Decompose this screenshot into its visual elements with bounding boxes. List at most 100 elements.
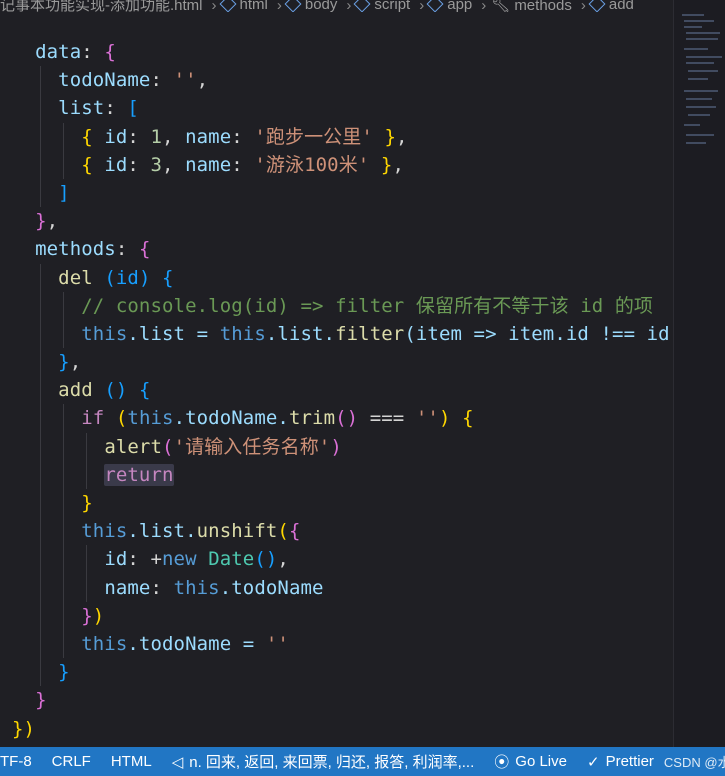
chevron-right-icon: › <box>419 0 425 12</box>
token-operator: + <box>138 548 163 571</box>
breadcrumb-html-label: html <box>239 0 268 12</box>
token-paren: ) <box>330 435 342 458</box>
chevron-right-icon: › <box>580 0 586 12</box>
token-paren: () <box>104 379 128 402</box>
chevron-right-icon: › <box>211 0 217 12</box>
breadcrumb-add[interactable]: add <box>588 0 634 12</box>
token-key: name <box>185 153 232 176</box>
token-punct: , <box>277 548 289 571</box>
code-line: }, <box>12 348 672 377</box>
chevron-right-icon: › <box>276 0 282 12</box>
encoding-indicator[interactable]: TF-8 <box>0 753 42 770</box>
code-line: } <box>12 489 672 518</box>
code-line: return <box>12 460 672 489</box>
breadcrumb-script-label: script <box>374 0 411 12</box>
code-line: ] <box>12 178 672 208</box>
token-param: (id) <box>104 266 151 289</box>
token-this: this <box>81 632 128 655</box>
token-number: 1 <box>150 125 163 148</box>
token-key: id <box>104 548 128 571</box>
token-function: add <box>58 379 93 402</box>
cube-icon <box>426 0 444 12</box>
token-bracket: ] <box>58 181 70 204</box>
prettier-label: Prettier <box>605 753 654 770</box>
language-mode[interactable]: HTML <box>101 753 162 770</box>
token-member: .todoName <box>219 576 324 599</box>
token-member: .list. <box>127 520 197 543</box>
minimap[interactable] <box>673 0 725 747</box>
token-string: '' <box>173 69 197 92</box>
code-line: todoName: '', <box>12 66 672 95</box>
code-line: name: this.todoName <box>12 573 672 602</box>
token-punct: : <box>104 97 116 120</box>
token-key: name <box>185 125 232 148</box>
token-brace: { <box>81 153 93 176</box>
breadcrumb: 记事本功能实现-添加功能.html › html › body › script › app › 🔧… <box>0 0 725 12</box>
token-brace: } <box>35 210 47 233</box>
token-this: this <box>127 407 174 430</box>
code-line: data: { <box>12 38 672 66</box>
breadcrumb-file[interactable]: 记事本功能实现-添加功能.html <box>0 0 203 12</box>
breadcrumb-add-label: add <box>608 0 634 12</box>
breadcrumb-methods-label: methods <box>514 0 572 12</box>
check-double-icon: ✓ <box>586 753 600 771</box>
token-keyword: if <box>81 407 105 430</box>
token-brace: } <box>12 717 24 740</box>
code-line: }, <box>12 207 672 235</box>
translation-item[interactable]: ◁ n. 回来, 返回, 来回票, 归还, 报答, 利润率,... <box>162 751 485 772</box>
code-line: { id: 1, name: '跑步一公里' }, <box>12 122 672 151</box>
code-line: } <box>12 658 672 687</box>
token-member: .list = <box>127 322 220 345</box>
code-editor[interactable]: data: { todoName: '', list: [ { id: 1, n… <box>0 12 672 747</box>
token-punct: : <box>115 238 128 261</box>
token-member: .todoName = <box>127 632 266 655</box>
breadcrumb-app[interactable]: app <box>426 0 472 12</box>
token-function: del <box>58 266 93 289</box>
token-bracket: [ <box>127 97 139 120</box>
token-brace: { <box>162 266 174 289</box>
prettier-button[interactable]: ✓ Prettier <box>577 753 664 771</box>
eol-indicator[interactable]: CRLF <box>42 753 101 770</box>
token-operator: === <box>358 407 416 430</box>
code-line: this.list = this.list.filter(item => ite… <box>12 319 672 349</box>
code-line: id: +new Date(), <box>12 545 672 574</box>
token-brace: { <box>138 238 151 261</box>
token-function: trim <box>288 407 336 430</box>
breadcrumb-file-label: 记事本功能实现-添加功能.html <box>0 0 203 12</box>
breadcrumb-body[interactable]: body <box>284 0 337 12</box>
token-comment: // console.log(id) => filter 保留所有不等于该 id… <box>81 294 654 317</box>
code-line: del (id) { <box>12 263 672 292</box>
token-punct: , <box>69 351 82 374</box>
code-line: alert('请输入任务名称') <box>12 432 672 461</box>
token-brace: } <box>81 604 93 627</box>
wrench-icon: 🔧︎ <box>491 0 511 12</box>
token-brace: } <box>81 492 93 514</box>
go-live-button[interactable]: ⦿ Go Live <box>484 751 577 772</box>
token-function: alert <box>104 435 163 458</box>
cube-icon <box>219 0 237 12</box>
token-brace: { <box>462 407 474 430</box>
breadcrumb-methods[interactable]: 🔧︎ methods <box>491 0 572 12</box>
token-key: list <box>58 97 105 120</box>
code-line: }) <box>12 715 672 743</box>
token-keyword: new <box>162 548 197 571</box>
token-punct: : <box>127 548 139 571</box>
token-punct: : <box>150 69 163 92</box>
token-this: this <box>173 576 220 599</box>
token-punct: : <box>150 576 163 599</box>
status-bar: TF-8 CRLF HTML ◁ n. 回来, 返回, 来回票, 归还, 报答, … <box>0 747 725 776</box>
token-number: 3 <box>150 153 163 176</box>
token-this: this <box>81 322 128 345</box>
token-brace: } <box>380 153 393 176</box>
token-punct: : <box>81 41 93 63</box>
code-line: { id: 3, name: '游泳100米' }, <box>12 150 672 179</box>
token-brace: { <box>104 41 116 63</box>
token-paren: ( <box>115 407 128 430</box>
breadcrumb-html[interactable]: html <box>219 0 268 12</box>
token-paren: () <box>335 407 359 430</box>
code-line: // console.log(id) => filter 保留所有不等于该 id… <box>12 291 672 320</box>
token-member: .todoName. <box>173 407 289 430</box>
chevron-right-icon: › <box>346 0 352 12</box>
code-line: list: [ <box>12 94 672 123</box>
breadcrumb-script[interactable]: script <box>353 0 411 12</box>
